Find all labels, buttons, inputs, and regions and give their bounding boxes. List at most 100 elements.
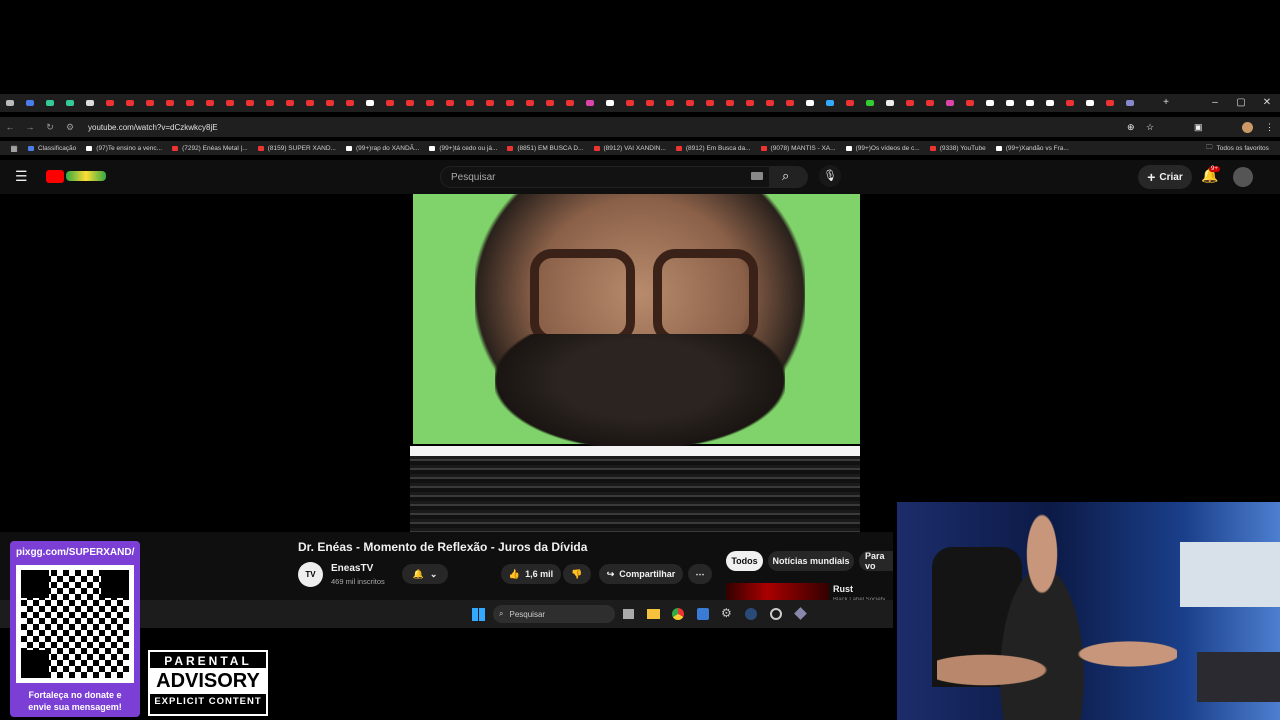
recommended-title[interactable]: Rust [833,584,853,594]
settings-gear-icon[interactable]: ⚙ [721,606,732,620]
tab-favicon[interactable] [100,94,120,112]
tab-favicon[interactable] [820,94,840,112]
tab-favicon[interactable] [540,94,560,112]
bookmark-item[interactable]: (8851) EM BUSCA D... [507,145,584,152]
bookmark-item[interactable]: (99+)Os vídeos de c... [845,145,920,152]
bookmark-item[interactable]: (97)Te ensino a venc... [86,145,162,152]
maximize-icon[interactable]: ▢ [1228,94,1254,112]
bookmark-item[interactable]: (8912) Em Busca da... [675,145,751,152]
microphone-icon[interactable]: 🎙 [819,165,841,187]
zoom-icon[interactable]: ⊕ [1127,122,1135,133]
tab-favicon[interactable] [780,94,800,112]
keyboard-icon[interactable] [751,172,763,180]
tab-favicon[interactable] [180,94,200,112]
tab-favicon[interactable] [520,94,540,112]
bookmark-item[interactable]: (8912) VAI XANDIN... [593,145,666,152]
tab-favicon[interactable] [260,94,280,112]
tab-favicon[interactable] [300,94,320,112]
youtube-logo[interactable] [46,170,64,183]
file-explorer-icon[interactable] [647,609,660,619]
chip-for-you[interactable]: Para vo [859,551,893,571]
extensions-icon[interactable]: ▣ [1194,122,1203,133]
tab-favicon[interactable] [1000,94,1020,112]
tab-favicon[interactable] [1020,94,1040,112]
menu-icon[interactable]: ⋮ [1265,122,1274,133]
back-icon[interactable]: ← [0,122,20,132]
tab-favicon[interactable] [280,94,300,112]
tab-favicon[interactable] [800,94,820,112]
tab-favicon[interactable] [960,94,980,112]
tab-favicon[interactable] [860,94,880,112]
forward-icon[interactable]: → [20,122,40,132]
new-tab-icon[interactable]: + [1156,94,1176,112]
tab-favicon[interactable] [940,94,960,112]
channel-name[interactable]: EneasTV [331,563,373,574]
tab-favicon[interactable] [1100,94,1120,112]
tab-favicon[interactable] [600,94,620,112]
video-player[interactable] [410,194,860,532]
minimize-icon[interactable]: – [1202,94,1228,112]
bookmark-item[interactable]: Classificação [28,145,76,152]
bookmark-item[interactable]: (8159) SUPER XAND... [257,145,336,152]
like-button[interactable]: 👍 1,6 mil [501,564,561,584]
bookmark-item[interactable]: (9338) YouTube [929,145,986,152]
tab-favicon[interactable] [360,94,380,112]
bookmark-star-icon[interactable]: ☆ [1146,122,1154,133]
tab-favicon[interactable] [460,94,480,112]
tab-list-icon[interactable] [0,94,20,112]
profile-avatar[interactable] [1242,121,1253,133]
tab-favicon[interactable] [1120,94,1140,112]
tab-favicon[interactable] [60,94,80,112]
tab-favicon[interactable] [740,94,760,112]
tab-favicon[interactable] [840,94,860,112]
create-button[interactable]: + Criar [1138,165,1192,189]
tab-favicon[interactable] [1040,94,1060,112]
bookmark-item[interactable]: (9078) MANTIS - XA... [760,145,836,152]
close-icon[interactable]: ✕ [1254,94,1280,112]
tab-favicon[interactable] [40,94,60,112]
tab-favicon[interactable] [640,94,660,112]
tab-favicon[interactable] [340,94,360,112]
hamburger-menu-icon[interactable]: ☰ [15,168,28,185]
tab-favicon[interactable] [560,94,580,112]
tab-favicon[interactable] [320,94,340,112]
bookmark-item[interactable]: (99+)tá cedo ou já... [429,145,497,152]
video-player-area[interactable] [0,194,893,532]
tab-favicon[interactable] [760,94,780,112]
tab-favicon[interactable] [720,94,740,112]
search-input[interactable]: Pesquisar [440,166,770,188]
app-icon-circle[interactable] [770,608,782,620]
search-button[interactable]: ⌕ [770,166,808,188]
windows-start-icon[interactable] [472,608,485,621]
site-info-icon[interactable]: ⚙ [60,122,80,133]
tab-favicon[interactable] [880,94,900,112]
tab-favicon[interactable] [420,94,440,112]
tab-favicon[interactable] [1080,94,1100,112]
bookmark-item[interactable]: (99+)rap do XANDÃ... [345,145,419,152]
tab-favicon[interactable] [120,94,140,112]
tab-favicon[interactable] [620,94,640,112]
bookmark-item[interactable]: (7292) Enéas Metal |... [172,145,248,152]
task-view-icon[interactable] [623,609,634,619]
url-field[interactable]: youtube.com/watch?v=dCzkwkcy8jE [88,123,218,132]
more-actions-button[interactable]: ⋯ [688,564,712,584]
tab-favicon[interactable] [980,94,1000,112]
tab-favicon[interactable] [160,94,180,112]
share-button[interactable]: ↪ Compartilhar [599,564,683,584]
tab-favicon[interactable] [380,94,400,112]
subscribe-bell-button[interactable]: 🔔 ⌄ [402,564,448,584]
tab-favicon[interactable] [700,94,720,112]
chip-world-news[interactable]: Notícias mundiais [768,551,854,571]
taskbar-search[interactable]: ⌕ Pesquisar [493,605,615,623]
tab-favicon[interactable] [660,94,680,112]
steam-icon[interactable] [745,608,757,620]
tab-favicon[interactable] [500,94,520,112]
tab-favicon[interactable] [580,94,600,112]
tab-close-icon[interactable] [80,94,100,112]
tab-favicon[interactable] [220,94,240,112]
bookmark-item[interactable]: (99+)Xandão vs Fra... [995,145,1069,152]
tab-favicon[interactable] [400,94,420,112]
app-icon-diamond[interactable] [794,607,807,620]
tab-favicon[interactable] [140,94,160,112]
tab-favicon[interactable] [440,94,460,112]
